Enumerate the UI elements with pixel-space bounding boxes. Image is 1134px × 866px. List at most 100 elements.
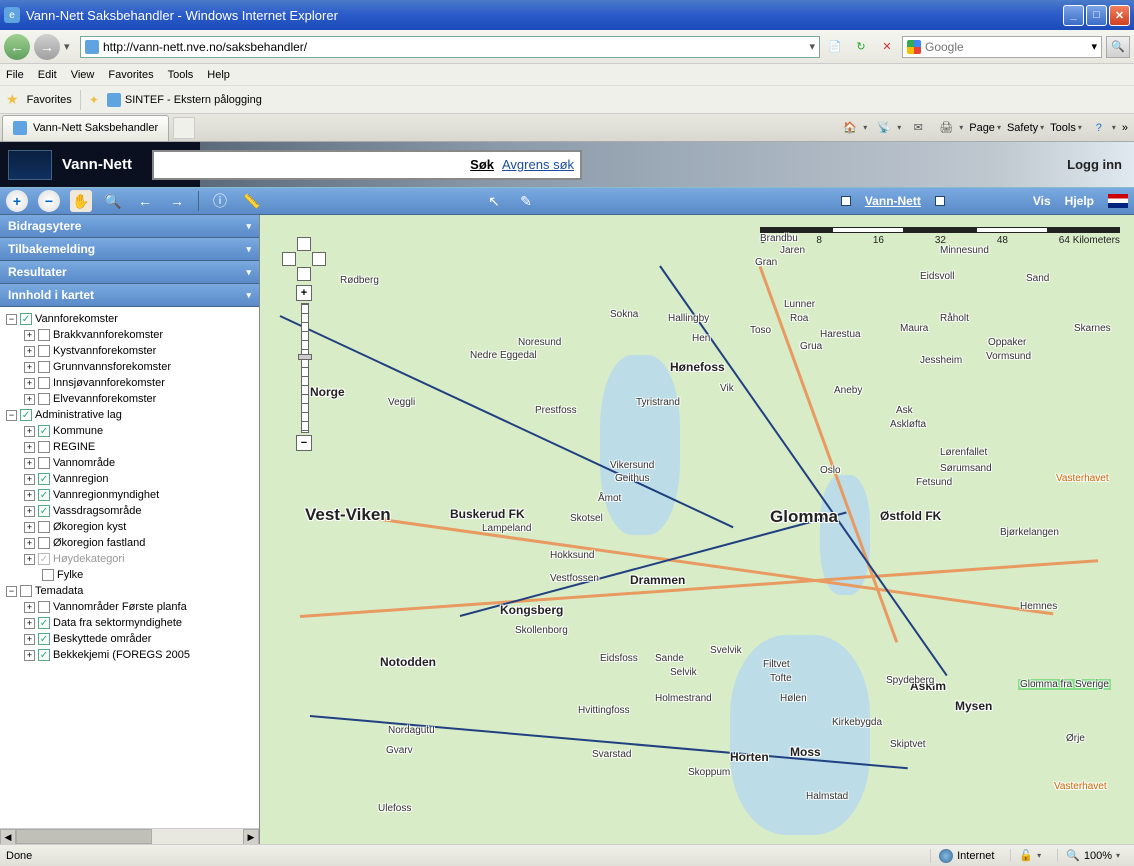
tree-vannregionmynd[interactable]: +✓Vannregionmyndighet <box>2 487 257 503</box>
menu-edit[interactable]: Edit <box>38 69 57 81</box>
zoom-slider-out[interactable]: − <box>296 435 312 451</box>
nav-history-dropdown[interactable]: ▾ <box>64 40 76 53</box>
panel-innhold[interactable]: Innhold i kartet▾ <box>0 284 259 307</box>
address-bar[interactable]: ▾ <box>80 36 820 58</box>
tree-beskyttede[interactable]: +✓Beskyttede områder <box>2 631 257 647</box>
panel-bidragsytere[interactable]: Bidragsytere▾ <box>0 215 259 238</box>
tools-menu[interactable]: Tools▾ <box>1050 122 1082 134</box>
pan-east[interactable] <box>312 252 326 266</box>
favorite-item-sintef[interactable]: SINTEF - Ekstern pålogging <box>107 93 262 107</box>
stop-button[interactable]: ✕ <box>876 36 898 58</box>
menu-tools[interactable]: Tools <box>168 69 194 81</box>
zoom-slider-thumb[interactable] <box>298 354 312 360</box>
vis-link[interactable]: Vis <box>1033 194 1051 208</box>
tree-kyst[interactable]: +Kystvannforekomster <box>2 343 257 359</box>
tree-fylke[interactable]: Fylke <box>2 567 257 583</box>
search-dropdown[interactable]: ▾ <box>1091 40 1097 53</box>
zoom-in-button[interactable]: + <box>6 190 28 212</box>
scroll-right[interactable]: ▶ <box>243 829 259 844</box>
info-button[interactable]: ⓘ <box>209 190 231 212</box>
pan-west[interactable] <box>282 252 296 266</box>
tree-kommune[interactable]: +✓Kommune <box>2 423 257 439</box>
avgrens-link[interactable]: Avgrens søk <box>502 157 574 172</box>
tree-vannforekomster[interactable]: −✓Vannforekomster <box>2 311 257 327</box>
pan-button[interactable]: ✋ <box>70 190 92 212</box>
scroll-thumb[interactable] <box>16 829 152 844</box>
zoom-slider-in[interactable]: + <box>296 285 312 301</box>
status-protected-mode[interactable]: 🔓▾ <box>1010 849 1049 862</box>
measure-button[interactable]: 📏 <box>241 190 263 212</box>
minimize-button[interactable]: _ <box>1063 5 1084 26</box>
url-dropdown[interactable]: ▾ <box>809 40 815 53</box>
app-search-input[interactable] <box>160 158 462 172</box>
map[interactable]: + − 0816324864 Kilometers Norge Vest-Vik… <box>260 215 1134 844</box>
tree-vannomr-forste[interactable]: +Vannområder Første planfa <box>2 599 257 615</box>
scroll-track[interactable] <box>16 829 243 844</box>
tree-innsjo[interactable]: +Innsjøvannforekomster <box>2 375 257 391</box>
prev-extent-button[interactable]: ← <box>134 190 156 212</box>
browser-search-box[interactable]: ▾ <box>902 36 1102 58</box>
menu-view[interactable]: View <box>71 69 95 81</box>
tree-oko-kyst[interactable]: +Økoregion kyst <box>2 519 257 535</box>
home-button[interactable]: 🏠▾ <box>839 117 867 139</box>
menu-file[interactable]: File <box>6 69 24 81</box>
page-menu[interactable]: Page▾ <box>969 122 1001 134</box>
tree-admin[interactable]: −✓Administrative lag <box>2 407 257 423</box>
tree-vassdrag[interactable]: +✓Vassdragsområde <box>2 503 257 519</box>
pan-control[interactable] <box>282 237 326 281</box>
menu-help[interactable]: Help <box>207 69 230 81</box>
panel-tilbakemelding[interactable]: Tilbakemelding▾ <box>0 238 259 261</box>
maximize-button[interactable]: □ <box>1086 5 1107 26</box>
menu-favorites[interactable]: Favorites <box>108 69 153 81</box>
feeds-button[interactable]: 📡▾ <box>873 117 901 139</box>
tree-brakk[interactable]: +Brakkvannforekomster <box>2 327 257 343</box>
back-button[interactable]: ← <box>4 34 30 60</box>
tree-vannregion[interactable]: +✓Vannregion <box>2 471 257 487</box>
pan-north[interactable] <box>297 237 311 251</box>
next-extent-button[interactable]: → <box>166 190 188 212</box>
expand-toolbar[interactable]: » <box>1122 122 1128 134</box>
sidebar-hscroll[interactable]: ◀ ▶ <box>0 828 259 844</box>
tree-regine[interactable]: +REGINE <box>2 439 257 455</box>
new-tab-button[interactable] <box>173 117 195 139</box>
tree-oko-fast[interactable]: +Økoregion fastland <box>2 535 257 551</box>
tree-temadata[interactable]: −Temadata <box>2 583 257 599</box>
help-button[interactable]: ?▾ <box>1088 117 1116 139</box>
add-favorite-icon[interactable]: ✦ <box>89 93 99 107</box>
status-zoom[interactable]: 🔍100%▾ <box>1057 849 1128 862</box>
tree-sektor[interactable]: +✓Data fra sektormyndighete <box>2 615 257 631</box>
favorites-star-icon[interactable]: ★ <box>6 91 19 108</box>
scroll-left[interactable]: ◀ <box>0 829 16 844</box>
search-input[interactable] <box>925 40 1087 54</box>
login-link[interactable]: Logg inn <box>1067 157 1122 172</box>
zoom-extent-button[interactable]: 🔍 <box>102 190 124 212</box>
browser-tab[interactable]: Vann-Nett Saksbehandler <box>2 115 169 141</box>
hjelp-link[interactable]: Hjelp <box>1065 194 1094 208</box>
flag-icon[interactable] <box>1108 194 1128 208</box>
close-button[interactable]: ✕ <box>1109 5 1130 26</box>
draw-tool[interactable]: ✎ <box>515 190 537 212</box>
status-internet[interactable]: Internet <box>930 849 1002 863</box>
select-tool[interactable]: ↖ <box>483 190 505 212</box>
ie-icon: e <box>4 7 20 23</box>
read-mail-button[interactable]: ✉ <box>907 117 929 139</box>
zoom-slider[interactable]: + − <box>296 285 314 451</box>
pan-south[interactable] <box>297 267 311 281</box>
panel-resultater[interactable]: Resultater▾ <box>0 261 259 284</box>
zoom-out-button[interactable]: − <box>38 190 60 212</box>
forward-button[interactable]: → <box>34 34 60 60</box>
app-search-button[interactable]: Søk <box>470 157 494 172</box>
tree-vannomrade[interactable]: +Vannområde <box>2 455 257 471</box>
refresh-button[interactable]: ↻ <box>850 36 872 58</box>
url-input[interactable] <box>103 40 805 54</box>
favorites-label[interactable]: Favorites <box>27 94 72 106</box>
tree-grunn[interactable]: +Grunnvannsforekomster <box>2 359 257 375</box>
search-button[interactable]: 🔍 <box>1106 36 1130 58</box>
safety-menu[interactable]: Safety▾ <box>1007 122 1044 134</box>
tree-bekkekjemi[interactable]: +✓Bekkekjemi (FOREGS 2005 <box>2 647 257 663</box>
tree-elve[interactable]: +Elvevannforekomster <box>2 391 257 407</box>
vannnett-link[interactable]: Vann-Nett <box>865 194 921 208</box>
compat-view-icon[interactable]: 📄 <box>824 36 846 58</box>
zoom-slider-track[interactable] <box>301 303 309 433</box>
print-button[interactable]: 🖨▾ <box>935 117 963 139</box>
